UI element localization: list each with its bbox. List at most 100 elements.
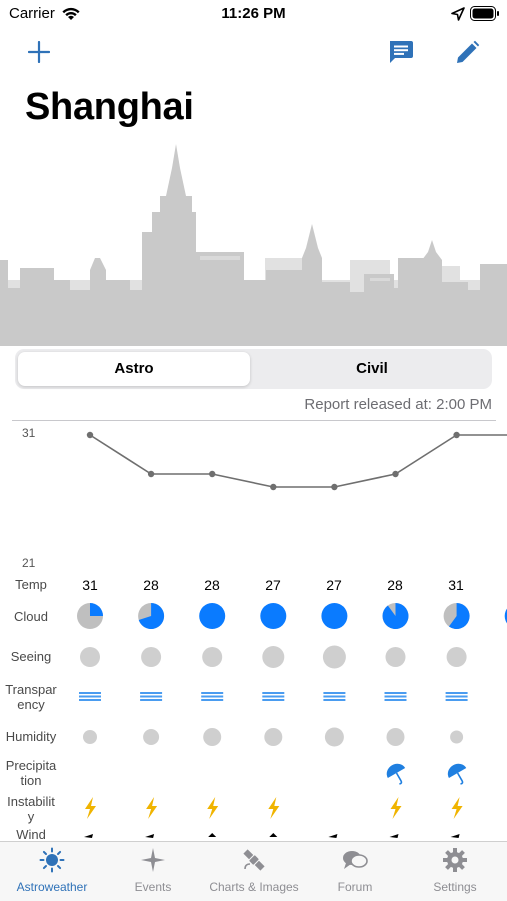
transparency-bar — [201, 695, 224, 698]
gear-icon — [443, 848, 467, 872]
tab-astroweather[interactable]: Astroweather — [2, 847, 102, 894]
transparency-bar — [79, 692, 101, 694]
wind-arrow-icon — [450, 834, 460, 838]
umbrella-canopy — [386, 763, 406, 778]
transparency-bar — [79, 699, 101, 701]
temp-value: 28 — [387, 577, 403, 593]
seeing-dot — [446, 647, 467, 667]
transparency-bar — [79, 695, 101, 698]
humidity-dot — [450, 730, 464, 744]
city-skyline-image — [0, 144, 507, 346]
humidity-dot — [386, 728, 405, 746]
transparency-icon — [445, 692, 468, 701]
wind-arrow-icon — [328, 834, 338, 838]
lightning-icon — [390, 797, 402, 819]
umbrella-handle — [395, 772, 403, 785]
temperature-point — [270, 483, 277, 491]
transparency-icon — [262, 692, 285, 701]
humidity-dot — [324, 727, 344, 747]
sun-icon — [39, 847, 65, 873]
sparkle-icon — [141, 848, 165, 872]
wind-arrow-icon — [208, 833, 217, 837]
transparency-bar — [201, 692, 224, 694]
tab-label: Events — [134, 880, 172, 894]
transparency-bar — [262, 695, 285, 698]
tab-label: Astroweather — [16, 880, 88, 894]
transparency-bar — [140, 695, 163, 698]
humidity-dot — [83, 730, 97, 744]
segment-astro[interactable]: Astro — [18, 352, 250, 386]
seeing-dot — [322, 645, 346, 669]
tab-charts-images[interactable]: Charts & Images — [204, 847, 304, 894]
lightning-icon — [146, 797, 158, 819]
umbrella-handle — [456, 772, 464, 785]
cloud-cover-slice — [382, 603, 409, 629]
add-location-button[interactable] — [28, 41, 50, 63]
wind-arrow-icon — [269, 833, 278, 837]
umbrella-icon — [386, 763, 406, 785]
umbrella-canopy — [447, 763, 467, 779]
humidity-dot — [203, 728, 222, 746]
temp-value: 27 — [326, 577, 342, 593]
humidity-dot — [143, 729, 160, 745]
temperature-series-line — [89, 434, 507, 488]
city-title: Shanghai — [25, 86, 194, 128]
temperature-point — [86, 431, 94, 439]
transparency-bar — [445, 692, 468, 694]
temperature-point — [331, 483, 338, 491]
segment-civil[interactable]: Civil — [256, 352, 488, 386]
lightning-icon — [451, 797, 463, 819]
transparency-icon — [323, 692, 346, 701]
clock: 11:26 PM — [221, 5, 286, 22]
tab-label: Charts & Images — [209, 880, 299, 894]
transparency-bar — [384, 692, 407, 694]
transparency-bar — [323, 695, 346, 698]
transparency-icon — [79, 692, 101, 701]
cloud-cover-full — [199, 603, 226, 629]
comments-button[interactable] — [387, 39, 414, 65]
tab-label: Forum — [337, 880, 373, 894]
temperature-point — [209, 470, 216, 478]
temp-value: 31 — [448, 577, 464, 593]
transparency-bar — [445, 695, 468, 698]
transparency-icon — [384, 692, 407, 701]
temp-value: 28 — [143, 577, 159, 593]
location-arrow-icon — [451, 7, 465, 21]
humidity-dot — [264, 728, 283, 746]
seeing-dot — [202, 647, 223, 667]
satellite-icon — [243, 849, 265, 871]
temperature-point — [453, 431, 460, 439]
tab-settings[interactable]: Settings — [405, 847, 505, 894]
tab-forum[interactable]: Forum — [305, 847, 405, 894]
cloud-cover-full — [260, 603, 287, 629]
temperature-point — [147, 470, 155, 478]
temp-value: 31 — [82, 577, 98, 593]
wind-arrow-icon — [389, 834, 399, 838]
row-label-temp: Temp — [15, 577, 47, 592]
forecast-icon-grid — [77, 603, 507, 838]
transparency-icon — [140, 692, 163, 701]
lightning-icon — [268, 797, 280, 819]
lightning-icon — [85, 797, 96, 819]
transparency-bar — [323, 699, 346, 701]
report-release-time: Report released at: 2:00 PM — [304, 396, 492, 413]
cloud-cover-full — [321, 603, 348, 629]
transparency-bar — [384, 695, 407, 698]
transparency-bar — [323, 692, 346, 694]
transparency-bar — [384, 699, 407, 701]
tab-events[interactable]: Events — [103, 847, 203, 894]
battery-icon — [470, 6, 499, 21]
transparency-bar — [262, 692, 285, 694]
wind-arrow-icon — [145, 834, 155, 838]
lightning-icon — [207, 797, 219, 819]
tab-label: Settings — [433, 880, 477, 894]
chat-bubbles-icon — [343, 851, 368, 869]
cloud-cover-slice — [90, 603, 103, 616]
transparency-bar — [140, 699, 163, 701]
transparency-icon — [201, 692, 224, 701]
seeing-dot — [80, 647, 100, 667]
temp-value: 27 — [265, 577, 281, 593]
seeing-dot — [385, 647, 406, 667]
edit-button[interactable] — [455, 40, 480, 65]
seeing-dot — [141, 647, 162, 667]
